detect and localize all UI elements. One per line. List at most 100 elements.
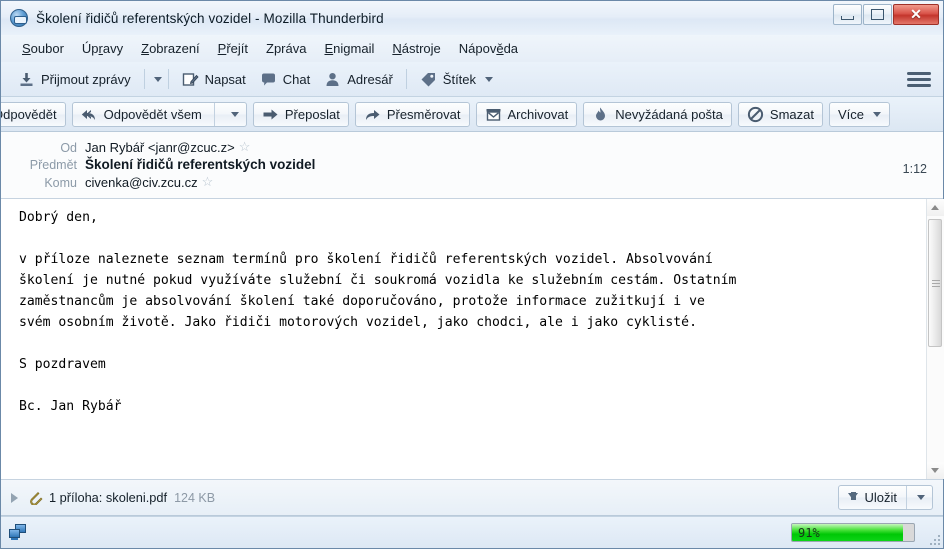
main-toolbar: Přijmout zprávy Napsat Chat Adresář Štít… [1,62,943,97]
header-row-subject: Předmět Školení řidičů referentských voz… [1,156,943,173]
resize-grip[interactable] [928,533,940,545]
chat-label: Chat [282,71,311,87]
forward-arrow-icon [262,106,279,123]
menu-prejit[interactable]: Přejít [209,38,257,59]
paperclip-icon [28,490,43,506]
save-dropdown[interactable] [907,495,932,500]
forward-label: Přeposlat [284,106,340,122]
network-computers-icon [9,523,29,542]
toolbar-separator-2 [167,69,169,89]
chevron-down-icon-save [917,495,925,500]
thunderbird-icon [10,9,28,27]
scrollbar-track[interactable] [926,216,944,462]
from-value[interactable]: Jan Rybář <janr@zcuc.z> [85,140,235,155]
triangle-down-icon [931,468,939,473]
message-actions-toolbar: Odpovědět Odpovědět všem Přep [1,97,943,132]
menu-upravy[interactable]: Úpravy [73,38,132,59]
header-row-to: Komu civenka@civ.zcu.cz ☆ [1,173,943,191]
save-attachment-button[interactable]: Uložit [838,485,933,510]
download-arrow-icon [848,492,859,500]
no-entry-icon [747,106,764,123]
archive-label: Archivovat [507,106,569,122]
delete-label: Smazat [769,106,814,122]
hamburger-line-1 [907,71,931,75]
reply-button[interactable]: Odpovědět [1,101,66,127]
tag-button[interactable]: Štítek [413,68,500,91]
save-label-wrap: Uložit [839,490,906,505]
subject-value: Školení řidičů referentských vozidel [85,157,316,172]
menu-napoveda[interactable]: Nápověda [450,38,527,59]
get-messages-dropdown[interactable] [153,76,162,82]
restore-button[interactable] [863,4,892,25]
chevron-down-icon [230,111,239,117]
message-body-pane: Dobrý den, v příloze naleznete seznam te… [1,199,944,480]
menu-soubor[interactable]: Soubor [13,38,73,59]
attachment-size: 124 KB [174,490,216,505]
monitor-front [9,528,20,538]
hamburger-line-2 [907,77,931,81]
body-left-gutter [1,199,9,479]
minimize-button[interactable] [833,4,862,25]
redirect-label: Přesměrovat [386,106,461,122]
tag-icon [420,71,437,88]
window-title: Školení řidičů referentských vozidel - M… [36,10,384,26]
addressbook-button[interactable]: Adresář [317,68,400,91]
save-label: Uložit [864,490,897,505]
close-button[interactable] [893,4,939,25]
app-menu-button[interactable] [907,69,931,89]
scroll-up-button[interactable] [926,199,944,216]
person-icon [324,71,341,88]
redirect-arrow-icon [364,106,381,123]
tag-dropdown[interactable] [485,76,494,82]
menu-bar: Soubor Úpravy Zobrazení Přejít Zpráva En… [1,35,943,62]
download-mail-icon [18,71,35,88]
expand-triangle-icon[interactable] [11,492,18,503]
flame-icon [592,106,609,123]
body-scrollbar[interactable] [926,199,944,479]
menu-nastroje[interactable]: Nástroje [383,38,449,59]
header-row-from: Od Jan Rybář <janr@zcuc.z> ☆ [1,138,943,156]
archive-button[interactable]: Archivovat [475,101,578,127]
reply-all-dropdown[interactable] [221,111,246,117]
scroll-down-button[interactable] [926,462,944,479]
scrollbar-grip [931,278,940,289]
addressbook-label: Adresář [347,71,393,87]
monitor-base [11,537,18,540]
menu-zobrazeni[interactable]: Zobrazení [132,38,209,59]
to-value-wrap: civenka@civ.zcu.cz ☆ [85,174,213,190]
reply-all-label: Odpovědět všem [103,106,202,122]
get-messages-button[interactable]: Přijmout zprávy [11,68,138,91]
archive-box-icon [485,106,502,123]
attachment-bar: 1 příloha: skoleni.pdf 124 KB Uložit [1,480,943,516]
compose-icon [182,71,199,88]
redirect-button[interactable]: Přesměrovat [354,101,470,127]
attachment-text[interactable]: 1 příloha: skoleni.pdf [49,490,167,505]
chat-button[interactable]: Chat [253,68,317,91]
more-label: Více [837,106,864,122]
delete-button[interactable]: Smazat [737,101,823,127]
menu-enigmail[interactable]: Enigmail [315,38,383,59]
reply-all-button[interactable]: Odpovědět všem [71,101,247,127]
from-value-wrap: Jan Rybář <janr@zcuc.z> ☆ [85,139,250,155]
hamburger-line-3 [907,83,931,87]
menu-zprava[interactable]: Zpráva [257,38,315,59]
more-button[interactable]: Více [828,101,890,127]
scrollbar-thumb[interactable] [927,219,942,347]
star-icon-to[interactable]: ☆ [202,174,214,190]
tag-label: Štítek [442,71,477,87]
subject-label: Předmět [29,158,77,172]
reply-label: Odpovědět [1,106,57,122]
thunderbird-window: Školení řidičů referentských vozidel - M… [0,0,944,549]
toolbar-separator-3 [405,69,407,89]
star-icon[interactable]: ☆ [239,139,251,155]
status-bar: 91% [1,516,943,548]
junk-button[interactable]: Nevyžádaná pošta [583,101,732,127]
compose-button[interactable]: Napsat [175,68,253,91]
forward-button[interactable]: Přeposlat [252,101,349,127]
progress-bar: 91% [791,523,915,542]
toolbar-separator-1 [143,69,145,89]
reply-all-divider [213,102,215,126]
to-value[interactable]: civenka@civ.zcu.cz [85,175,198,190]
progress-label: 91% [798,525,820,540]
more-dropdown-icon [873,111,881,117]
